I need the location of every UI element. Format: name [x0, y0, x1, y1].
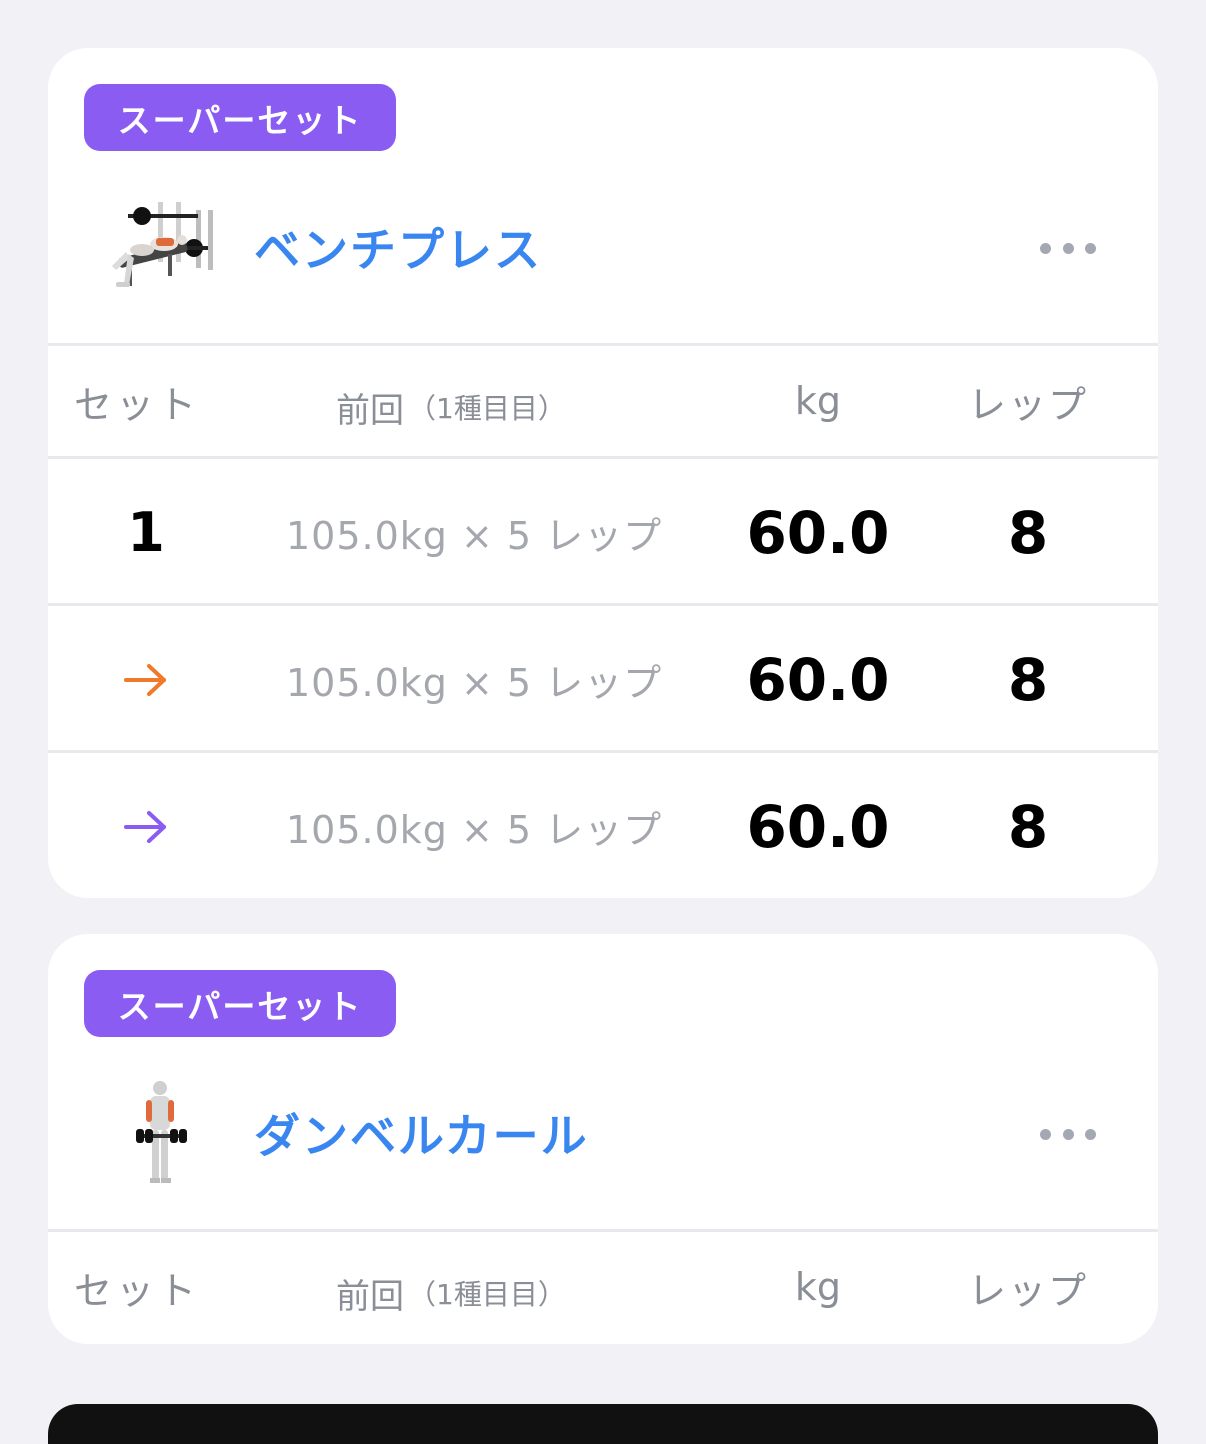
- bench-press-thumbnail[interactable]: [98, 188, 218, 308]
- superset-badge: スーパーセット: [84, 970, 396, 1037]
- header-kg: kg: [794, 1265, 842, 1309]
- superset-badge: スーパーセット: [84, 84, 396, 151]
- header-reps: レップ: [967, 1268, 1088, 1313]
- header-previous-note: （1種目目）: [408, 392, 566, 425]
- set-table-header: セット 前回 （1種目目） kg レップ: [48, 1229, 1158, 1344]
- set-row[interactable]: 105.0kg × 5 レップ 60.0 8: [48, 606, 1158, 753]
- exercise-card-dumbbell-curl: スーパーセット ダンベルカール セット 前回 （1種目目） kg レップ: [48, 934, 1158, 1344]
- purple-arrow-icon[interactable]: [98, 753, 194, 898]
- exercise-title[interactable]: ダンベルカール: [254, 1100, 589, 1166]
- reps-input[interactable]: 8: [968, 753, 1088, 898]
- weight-input[interactable]: 60.0: [738, 459, 898, 606]
- previous-value: 105.0kg × 5 レップ: [286, 808, 663, 852]
- header-previous-label: 前回: [336, 1276, 404, 1317]
- reps-input[interactable]: 8: [968, 606, 1088, 753]
- orange-arrow-icon[interactable]: [98, 606, 194, 753]
- more-options-icon[interactable]: [1040, 1122, 1096, 1146]
- set-row[interactable]: 1 105.0kg × 5 レップ 60.0 8: [48, 459, 1158, 606]
- header-previous-note: （1種目目）: [408, 1278, 566, 1311]
- weight-input[interactable]: 60.0: [738, 606, 898, 753]
- set-number[interactable]: 1: [98, 459, 194, 606]
- header-kg: kg: [794, 379, 842, 423]
- bench-press-icon: [112, 202, 213, 287]
- previous-value: 105.0kg × 5 レップ: [286, 514, 663, 558]
- header-set: セット: [74, 382, 201, 427]
- set-table-header: セット 前回 （1種目目） kg レップ: [48, 343, 1158, 459]
- reps-input[interactable]: 8: [968, 459, 1088, 606]
- weight-input[interactable]: 60.0: [738, 753, 898, 898]
- dumbbell-curl-thumbnail[interactable]: [98, 1074, 218, 1194]
- exercise-card-bench-press: スーパーセット ベンチプレス セット 前回 （1種目目） kg レップ 1 10…: [48, 48, 1158, 898]
- header-previous-label: 前回: [336, 390, 404, 431]
- more-options-icon[interactable]: [1040, 236, 1096, 260]
- next-card-edge: [48, 1404, 1158, 1444]
- header-reps: レップ: [967, 382, 1088, 427]
- set-row[interactable]: 105.0kg × 5 レップ 60.0 8: [48, 753, 1158, 898]
- exercise-title[interactable]: ベンチプレス: [254, 214, 542, 280]
- header-previous: 前回 （1種目目）: [336, 1238, 566, 1344]
- dumbbell-curl-icon: [136, 1081, 187, 1183]
- header-set: セット: [74, 1268, 201, 1313]
- previous-value: 105.0kg × 5 レップ: [286, 661, 663, 705]
- header-previous: 前回 （1種目目）: [336, 352, 566, 462]
